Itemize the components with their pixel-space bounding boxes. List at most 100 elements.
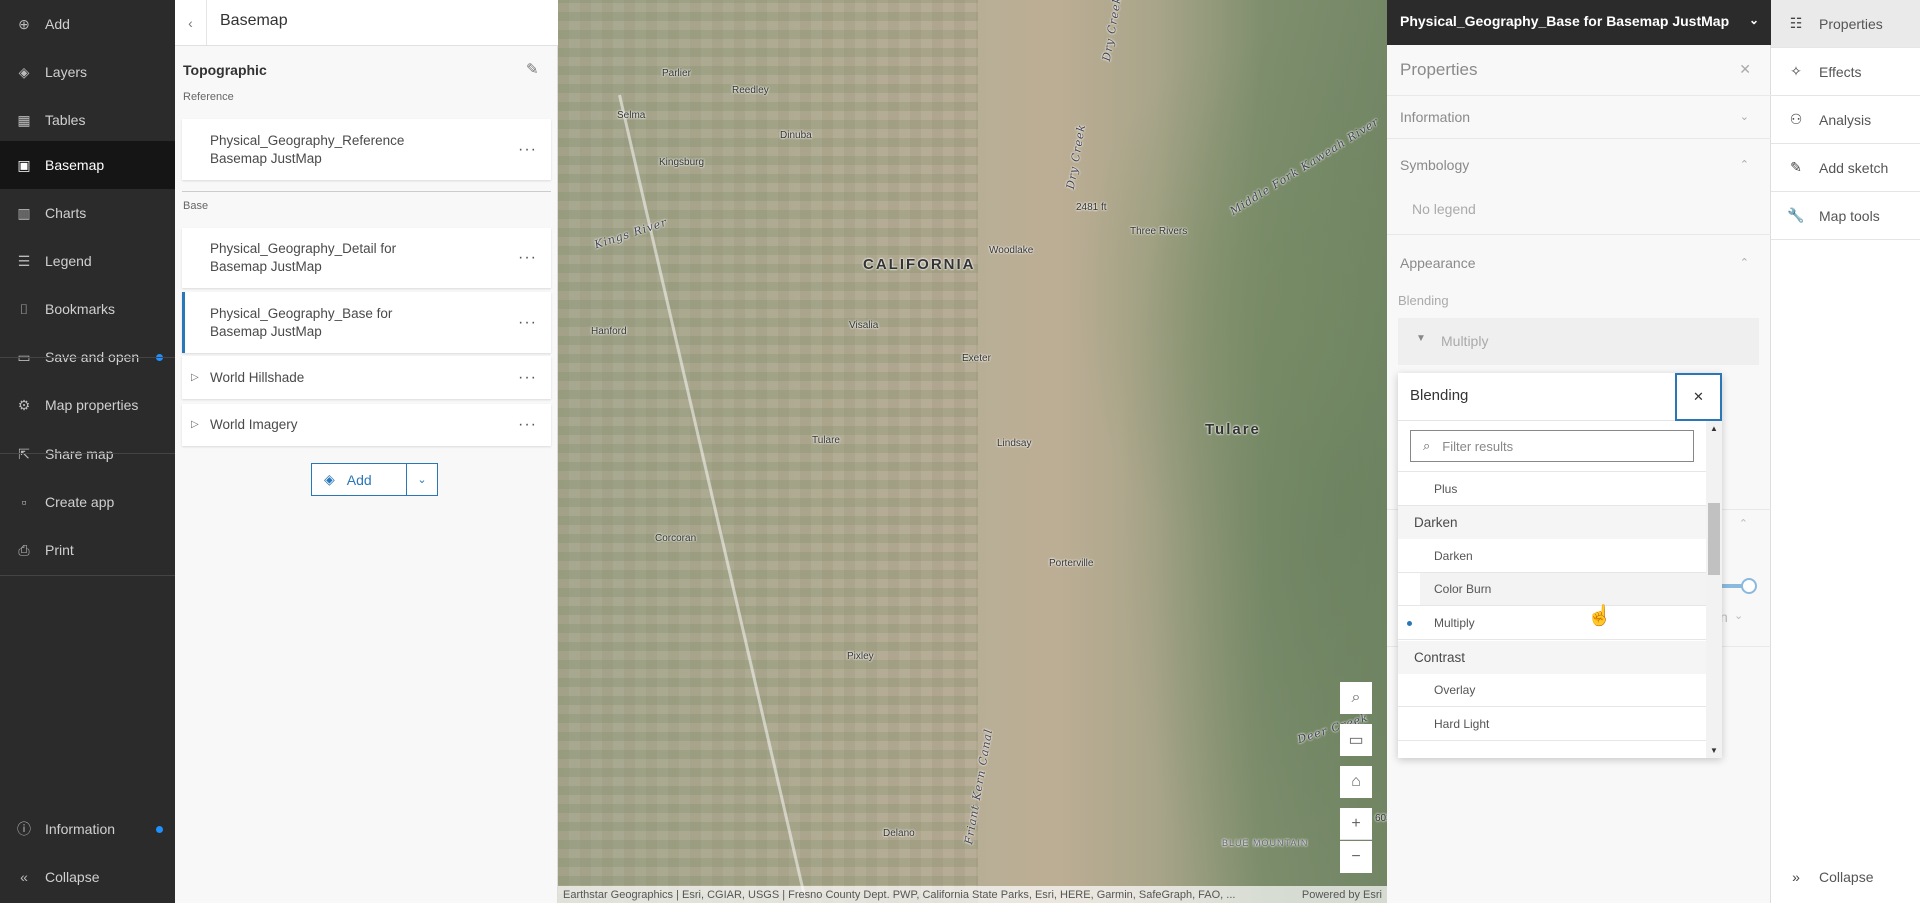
map-view[interactable]: Parlier Reedley Selma Dinuba Kingsburg Kings … [558, 0, 1387, 903]
more-options-icon[interactable]: ··· [518, 249, 537, 267]
nav-item-map-properties[interactable]: ⚙ Map properties [0, 381, 175, 429]
nav-item-bookmarks[interactable]: ⌷ Bookmarks [0, 285, 175, 333]
blending-select[interactable]: ▼ Multiply [1398, 318, 1759, 365]
blending-option[interactable]: Color Burn [1398, 573, 1706, 607]
chevrons-left-icon: « [20, 869, 28, 885]
map-label: Porterville [1049, 558, 1094, 569]
base-label: Base [183, 200, 209, 212]
scrollbar-thumb[interactable] [1708, 503, 1720, 575]
map-label: Selma [617, 110, 646, 121]
attribution-text[interactable]: Earthstar Geographics | Esri, CGIAR, USG… [563, 889, 1235, 901]
add-label: Add [346, 471, 372, 488]
search-icon: ⌕ [1423, 438, 1431, 453]
layer-card[interactable]: ▷ World Hillshade ··· [182, 356, 551, 399]
more-options-icon[interactable]: ··· [518, 141, 537, 159]
more-options-icon[interactable]: ··· [518, 314, 537, 332]
blending-group-header: Contrast [1398, 640, 1706, 674]
layer-card[interactable]: Physical_Geography_Reference Basemap Jus… [182, 119, 551, 180]
toolbar-effects[interactable]: ✧ Effects [1771, 48, 1920, 96]
popover-close-button[interactable]: ✕ [1675, 373, 1722, 421]
legend-icon: ☰ [17, 252, 31, 269]
toolbar-analysis[interactable]: ⚇ Analysis [1771, 96, 1920, 144]
blending-option[interactable]: Hard Light [1398, 707, 1706, 741]
edit-basemap-button[interactable]: ✎ [526, 60, 539, 78]
properties-heading-row: Properties ✕ [1387, 46, 1771, 96]
toolbar-map-tools[interactable]: 🔧 Map tools [1771, 192, 1920, 240]
more-options-icon[interactable]: ··· [518, 416, 537, 434]
more-options-icon[interactable]: ··· [518, 369, 537, 387]
home-icon: ⌂ [1351, 773, 1361, 790]
add-dropdown-button[interactable]: ⌄ [406, 463, 438, 496]
sketch-icon: ✎ [1790, 159, 1802, 175]
layer-card[interactable]: ▷ World Imagery ··· [182, 404, 551, 446]
divider [182, 191, 551, 192]
notification-badge [156, 825, 163, 833]
toolbar-add-sketch[interactable]: ✎ Add sketch [1771, 144, 1920, 192]
expand-caret-icon[interactable]: ▷ [191, 416, 199, 434]
information-section[interactable]: Information ⌄ [1387, 97, 1771, 139]
layer-card[interactable]: Physical_Geography_Detail for Basemap Ju… [182, 228, 551, 288]
zoom-in-button[interactable]: + [1340, 808, 1372, 840]
close-icon[interactable]: ✕ [1739, 61, 1751, 78]
nav-item-tables[interactable]: ▦ Tables [0, 96, 175, 144]
map-label: Reedley [732, 85, 769, 96]
nav-item-basemap[interactable]: ▣ Basemap [0, 141, 175, 189]
toolbar-properties[interactable]: ☷ Properties [1771, 0, 1920, 48]
toolbar-collapse-button[interactable]: » Collapse [1771, 853, 1920, 901]
option-label: Color Burn [1434, 582, 1492, 597]
nav-label: Charts [45, 205, 87, 221]
zoom-out-button[interactable]: − [1340, 841, 1372, 873]
fullscreen-button[interactable]: ▭ [1340, 724, 1372, 756]
panel-header: ‹ Basemap [175, 0, 558, 46]
expand-caret-icon[interactable]: ▷ [191, 369, 199, 387]
layer-name: Physical_Geography_Detail for Basemap Ju… [210, 241, 397, 274]
chevron-left-icon: ‹ [188, 14, 193, 31]
nav-label: Bookmarks [45, 301, 116, 317]
farmland-texture [558, 0, 978, 903]
map-label: Middle Fork Kaweah River [1227, 115, 1382, 218]
blending-option[interactable]: Overlay [1398, 674, 1706, 708]
powered-by-esri[interactable]: Powered by Esri [1302, 889, 1382, 901]
chart-icon: ▥ [17, 204, 31, 221]
caret-down-icon: ▼ [1416, 333, 1426, 344]
nav-label: Create app [45, 494, 115, 510]
scroll-down-icon[interactable]: ▼ [1710, 746, 1718, 755]
search-button[interactable]: ⌕ [1340, 682, 1372, 714]
scrollbar[interactable]: ▲ ▼ [1706, 421, 1722, 758]
filter-placeholder: Filter results [1442, 438, 1514, 454]
blending-option[interactable]: Multiply [1398, 607, 1706, 640]
info-icon: ⓘ [17, 821, 31, 837]
section-title[interactable]: Appearance [1400, 255, 1476, 271]
nav-item-information[interactable]: ⓘ Information [0, 805, 175, 853]
blending-option[interactable]: Darken [1398, 539, 1706, 573]
nav-item-create-app[interactable]: ▫ Create app [0, 478, 175, 526]
layer-card-selected[interactable]: Physical_Geography_Base for Basemap Just… [182, 292, 551, 353]
nav-item-layers[interactable]: ◈ Layers [0, 48, 175, 96]
layer-name: World Hillshade [210, 369, 305, 385]
basemap-name: Topographic [183, 62, 267, 78]
chevrons-right-icon: » [1792, 869, 1800, 885]
nav-item-print[interactable]: ⎙ Print [0, 526, 175, 574]
map-label: Dry Creek [1063, 122, 1089, 191]
home-button[interactable]: ⌂ [1340, 766, 1372, 798]
chevron-down-icon[interactable]: ⌄ [1749, 13, 1759, 27]
search-icon: ⌕ [1351, 689, 1361, 706]
blending-option[interactable]: Plus [1398, 472, 1706, 506]
nav-label: Basemap [45, 157, 105, 173]
left-navigation: ⊕ Add ◈ Layers ▦ Tables ▣ Basemap ▥ Charts ☰ Legend… [0, 0, 175, 903]
nav-item-add[interactable]: ⊕ Add [0, 0, 175, 48]
option-label: Plus [1434, 481, 1458, 496]
symbology-section[interactable]: Symbology ⌃ No legend [1387, 145, 1771, 235]
opacity-slider-handle[interactable] [1741, 578, 1757, 594]
nav-item-charts[interactable]: ▥ Charts [0, 189, 175, 237]
layer-selector[interactable]: Physical_Geography_Base for Basemap Just… [1387, 0, 1771, 45]
add-layer-button[interactable]: ◈ Add [311, 463, 407, 496]
nav-item-legend[interactable]: ☰ Legend [0, 237, 175, 285]
scroll-up-icon[interactable]: ▲ [1710, 424, 1718, 433]
nav-collapse-button[interactable]: « Collapse [0, 853, 175, 901]
map-label: Dinuba [780, 130, 812, 141]
panel-title: Basemap [220, 12, 288, 29]
filter-input[interactable]: ⌕ Filter results [1410, 430, 1694, 462]
back-button[interactable]: ‹ [175, 0, 207, 45]
nav-item-share-map[interactable]: ⇱ Share map [0, 430, 175, 478]
